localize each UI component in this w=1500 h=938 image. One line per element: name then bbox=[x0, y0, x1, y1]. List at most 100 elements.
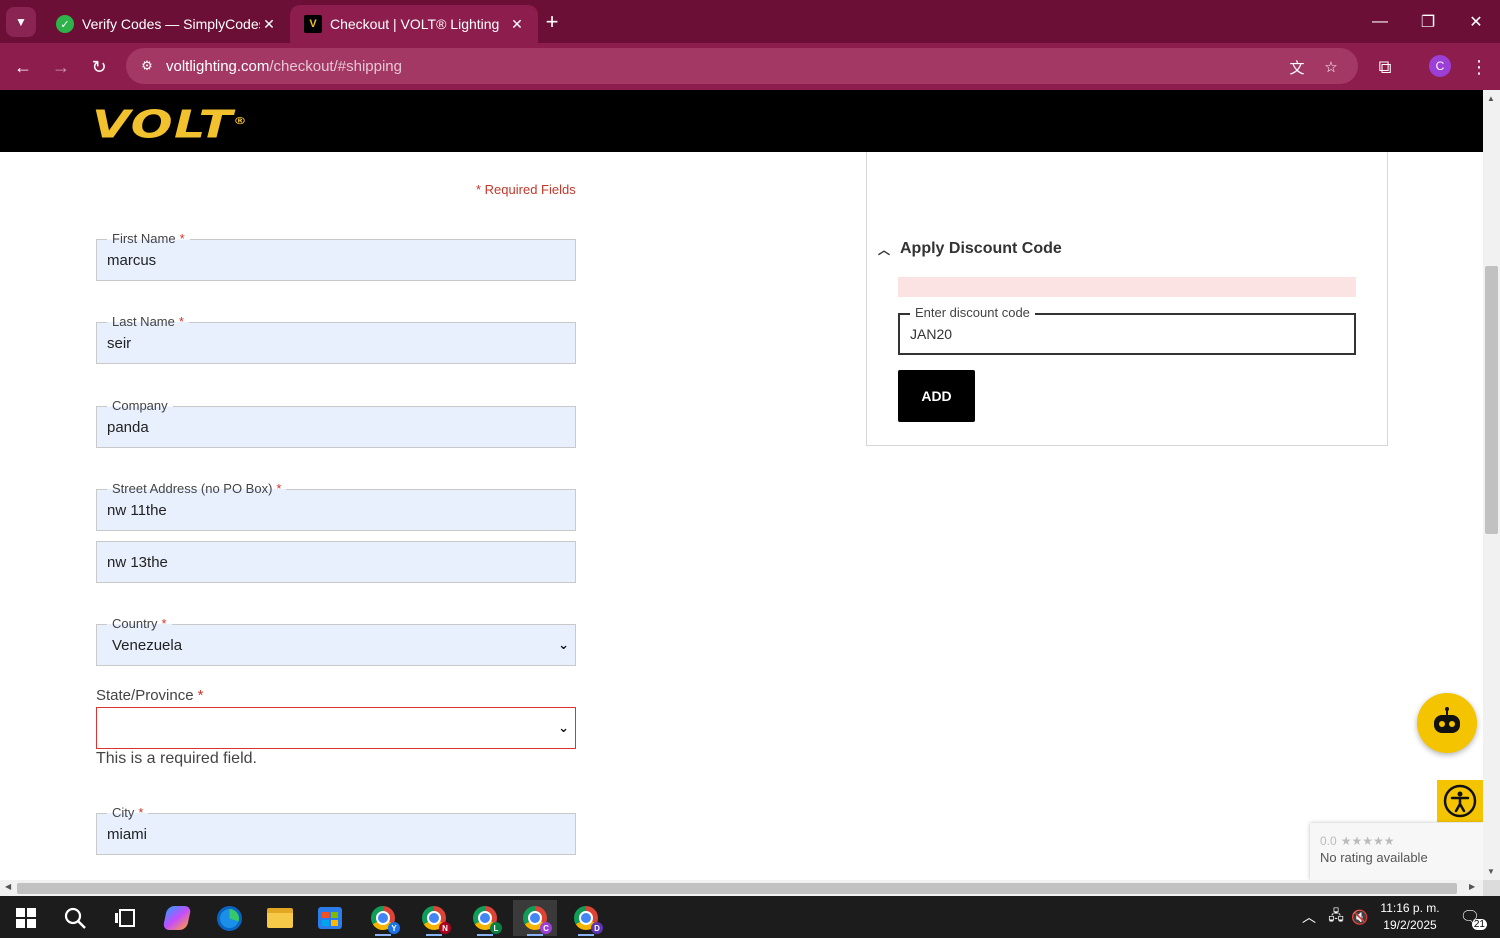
required-mark: * bbox=[276, 481, 282, 496]
apply-discount-toggle[interactable]: ︿ Apply Discount Code bbox=[878, 240, 1062, 258]
add-discount-button[interactable]: ADD bbox=[898, 370, 975, 422]
windows-taskbar: Y N L C D ︿ 🖧 🔇 11:16 p. m. 19/2/2025 🗨 … bbox=[0, 896, 1500, 938]
state-error-message: This is a required field. bbox=[96, 750, 257, 767]
show-hidden-icons-button[interactable]: ︿ bbox=[1298, 896, 1320, 938]
first-name-field[interactable]: First Name * marcus bbox=[96, 231, 576, 281]
tab-title: Verify Codes — SimplyCodes bbox=[82, 16, 260, 32]
file-explorer-button[interactable] bbox=[258, 900, 302, 936]
tab-strip: ▼ ✓ Verify Codes — SimplyCodes ✕ V Check… bbox=[0, 0, 1500, 43]
volt-favicon-icon: V bbox=[304, 15, 322, 33]
chrome-profile-c-button[interactable]: C bbox=[513, 900, 557, 936]
chrome-icon: L bbox=[473, 906, 502, 934]
close-icon[interactable]: ✕ bbox=[260, 16, 278, 33]
minimize-button[interactable]: — bbox=[1356, 0, 1404, 43]
state-select[interactable]: ⌄ bbox=[96, 707, 576, 749]
street-address-field[interactable]: Street Address (no PO Box) * nw 11the bbox=[96, 481, 576, 531]
site-header: VOLT® bbox=[0, 90, 1483, 152]
accessibility-button[interactable] bbox=[1437, 780, 1483, 822]
last-name-field[interactable]: Last Name * seir bbox=[96, 314, 576, 364]
scroll-down-arrow-icon[interactable]: ▼ bbox=[1487, 867, 1495, 876]
country-select[interactable]: Country * Venezuela ⌄ bbox=[96, 616, 576, 666]
extensions-button[interactable]: ⧉ bbox=[1370, 52, 1400, 82]
tab-search-button[interactable]: ▼ bbox=[6, 7, 36, 37]
accessibility-icon bbox=[1443, 784, 1477, 818]
chevron-up-icon: ︿ bbox=[1302, 909, 1316, 925]
copilot-icon bbox=[162, 906, 192, 930]
horizontal-scrollbar[interactable]: ◀ ▶ bbox=[0, 880, 1483, 896]
tab-volt-checkout[interactable]: V Checkout | VOLT® Lighting ✕ bbox=[290, 5, 538, 43]
copilot-button[interactable] bbox=[155, 900, 199, 936]
chrome-profile-l-button[interactable]: L bbox=[463, 900, 507, 936]
bookmark-star-icon[interactable]: ☆ bbox=[1320, 56, 1342, 78]
address-bar[interactable]: ⚙ voltlighting.com/checkout/#shipping 文 … bbox=[126, 48, 1358, 84]
puzzle-icon: ⧉ bbox=[1378, 56, 1392, 77]
field-label: Company bbox=[112, 398, 168, 413]
reload-button[interactable]: ↻ bbox=[84, 52, 114, 82]
url-path: /checkout/#shipping bbox=[269, 57, 402, 75]
volume-muted-icon[interactable]: 🔇 bbox=[1349, 896, 1371, 938]
site-settings-icon[interactable]: ⚙ bbox=[138, 57, 156, 75]
translate-icon[interactable]: 文 bbox=[1286, 56, 1308, 78]
scrollbar-corner bbox=[1483, 880, 1500, 896]
tab-simplycodes[interactable]: ✓ Verify Codes — SimplyCodes ✕ bbox=[42, 5, 290, 43]
chatbot-button[interactable] bbox=[1417, 693, 1477, 753]
windows-logo-icon bbox=[16, 908, 36, 928]
field-label: City bbox=[112, 805, 135, 820]
chrome-profile-d-button[interactable]: D bbox=[564, 900, 608, 936]
company-value: panda bbox=[107, 419, 149, 436]
discount-message-bar bbox=[898, 277, 1356, 297]
kebab-menu-icon: ⋮ bbox=[1470, 56, 1488, 77]
edge-button[interactable] bbox=[207, 900, 251, 936]
close-window-button[interactable]: ✕ bbox=[1452, 0, 1500, 43]
discount-title: Apply Discount Code bbox=[900, 240, 1062, 257]
chrome-icon: D bbox=[574, 906, 603, 934]
network-icon[interactable]: 🖧 bbox=[1324, 896, 1348, 938]
street-address-value: nw 11the bbox=[107, 502, 167, 519]
rating-widget[interactable]: 0.0 ★★★★★ No rating available bbox=[1310, 823, 1483, 880]
scrollbar-thumb[interactable] bbox=[1485, 266, 1498, 534]
new-tab-button[interactable]: + bbox=[540, 10, 564, 34]
store-button[interactable] bbox=[308, 900, 352, 936]
chevron-down-icon: ⌄ bbox=[558, 637, 569, 652]
notification-center-button[interactable]: 🗨 21 bbox=[1455, 896, 1487, 938]
chrome-profile-y-button[interactable]: Y bbox=[361, 900, 405, 936]
volt-logo[interactable]: VOLT® bbox=[92, 104, 248, 144]
search-button[interactable] bbox=[53, 900, 97, 936]
rating-score: 0.0 bbox=[1320, 834, 1337, 848]
chrome-profile-n-button[interactable]: N bbox=[412, 900, 456, 936]
chrome-icon: N bbox=[422, 906, 451, 934]
scroll-up-arrow-icon[interactable]: ▲ bbox=[1487, 94, 1495, 103]
forward-button[interactable]: → bbox=[46, 52, 76, 82]
state-label: State/Province bbox=[96, 687, 194, 704]
field-label: Country bbox=[112, 616, 158, 631]
browser-menu-button[interactable]: ⋮ bbox=[1464, 52, 1494, 82]
company-field[interactable]: Company panda bbox=[96, 398, 576, 448]
profile-avatar[interactable]: C bbox=[1429, 55, 1451, 77]
street-address-line2-field[interactable]: nw 13the bbox=[96, 541, 576, 583]
field-label: Enter discount code bbox=[910, 305, 1035, 320]
reload-icon: ↻ bbox=[91, 56, 107, 77]
first-name-value: marcus bbox=[107, 252, 157, 269]
arrow-left-icon: ← bbox=[14, 56, 32, 77]
required-mark: * bbox=[178, 314, 184, 329]
vertical-scrollbar[interactable]: ▲ ▼ bbox=[1483, 90, 1500, 880]
required-mark: * bbox=[197, 687, 204, 704]
scroll-right-arrow-icon[interactable]: ▶ bbox=[1469, 882, 1475, 891]
required-mark: * bbox=[161, 616, 167, 631]
scrollbar-thumb[interactable] bbox=[17, 883, 1457, 894]
field-label: First Name bbox=[112, 231, 176, 246]
system-clock[interactable]: 11:16 p. m. 19/2/2025 bbox=[1372, 900, 1448, 934]
city-field[interactable]: City * miami bbox=[96, 805, 576, 855]
robot-icon bbox=[1434, 707, 1460, 733]
scroll-left-arrow-icon[interactable]: ◀ bbox=[5, 882, 11, 891]
discount-code-input[interactable]: Enter discount code JAN20 bbox=[898, 305, 1356, 355]
browser-toolbar: ← → ↻ ⚙ voltlighting.com/checkout/#shipp… bbox=[0, 43, 1500, 90]
last-name-value: seir bbox=[107, 335, 132, 352]
start-button[interactable] bbox=[4, 900, 48, 936]
url-host: voltlighting.com bbox=[166, 57, 270, 75]
close-icon[interactable]: ✕ bbox=[508, 16, 526, 33]
task-view-button[interactable] bbox=[103, 900, 147, 936]
required-mark: * bbox=[179, 231, 185, 246]
back-button[interactable]: ← bbox=[8, 52, 38, 82]
restore-button[interactable]: ❐ bbox=[1404, 0, 1452, 43]
